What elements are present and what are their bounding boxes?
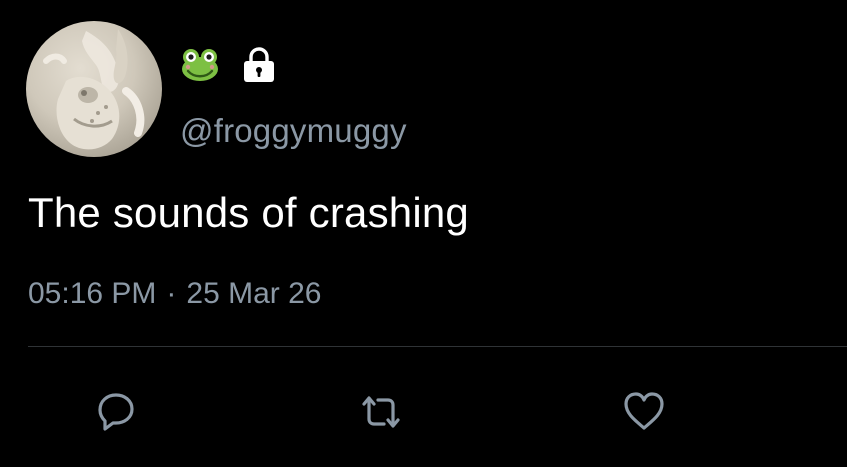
tweet-time: 05:16 PM: [28, 277, 157, 310]
tweet-text: The sounds of crashing: [28, 189, 469, 236]
lock-icon: [244, 47, 274, 82]
tweet-date: 25 Mar 26: [186, 277, 322, 310]
frog-statue-image: [43, 29, 145, 150]
reply-icon: [98, 393, 134, 431]
frog-icon: [182, 49, 218, 81]
meta-separator: ·: [166, 277, 177, 310]
user-handle[interactable]: @froggymuggy: [180, 112, 407, 150]
heart-icon: [624, 392, 664, 430]
retweet-button[interactable]: [355, 386, 407, 438]
divider: [28, 346, 847, 347]
tweet-timestamp[interactable]: 05:16 PM · 25 Mar 26: [28, 276, 322, 312]
display-name: [180, 45, 276, 85]
avatar[interactable]: [26, 21, 162, 157]
reply-button[interactable]: [90, 386, 142, 438]
tweet-card: @froggymuggy The sounds of crashing 05:1…: [0, 0, 847, 467]
action-bar: [0, 386, 847, 438]
retweet-icon: [362, 396, 400, 428]
like-button[interactable]: [618, 386, 670, 438]
